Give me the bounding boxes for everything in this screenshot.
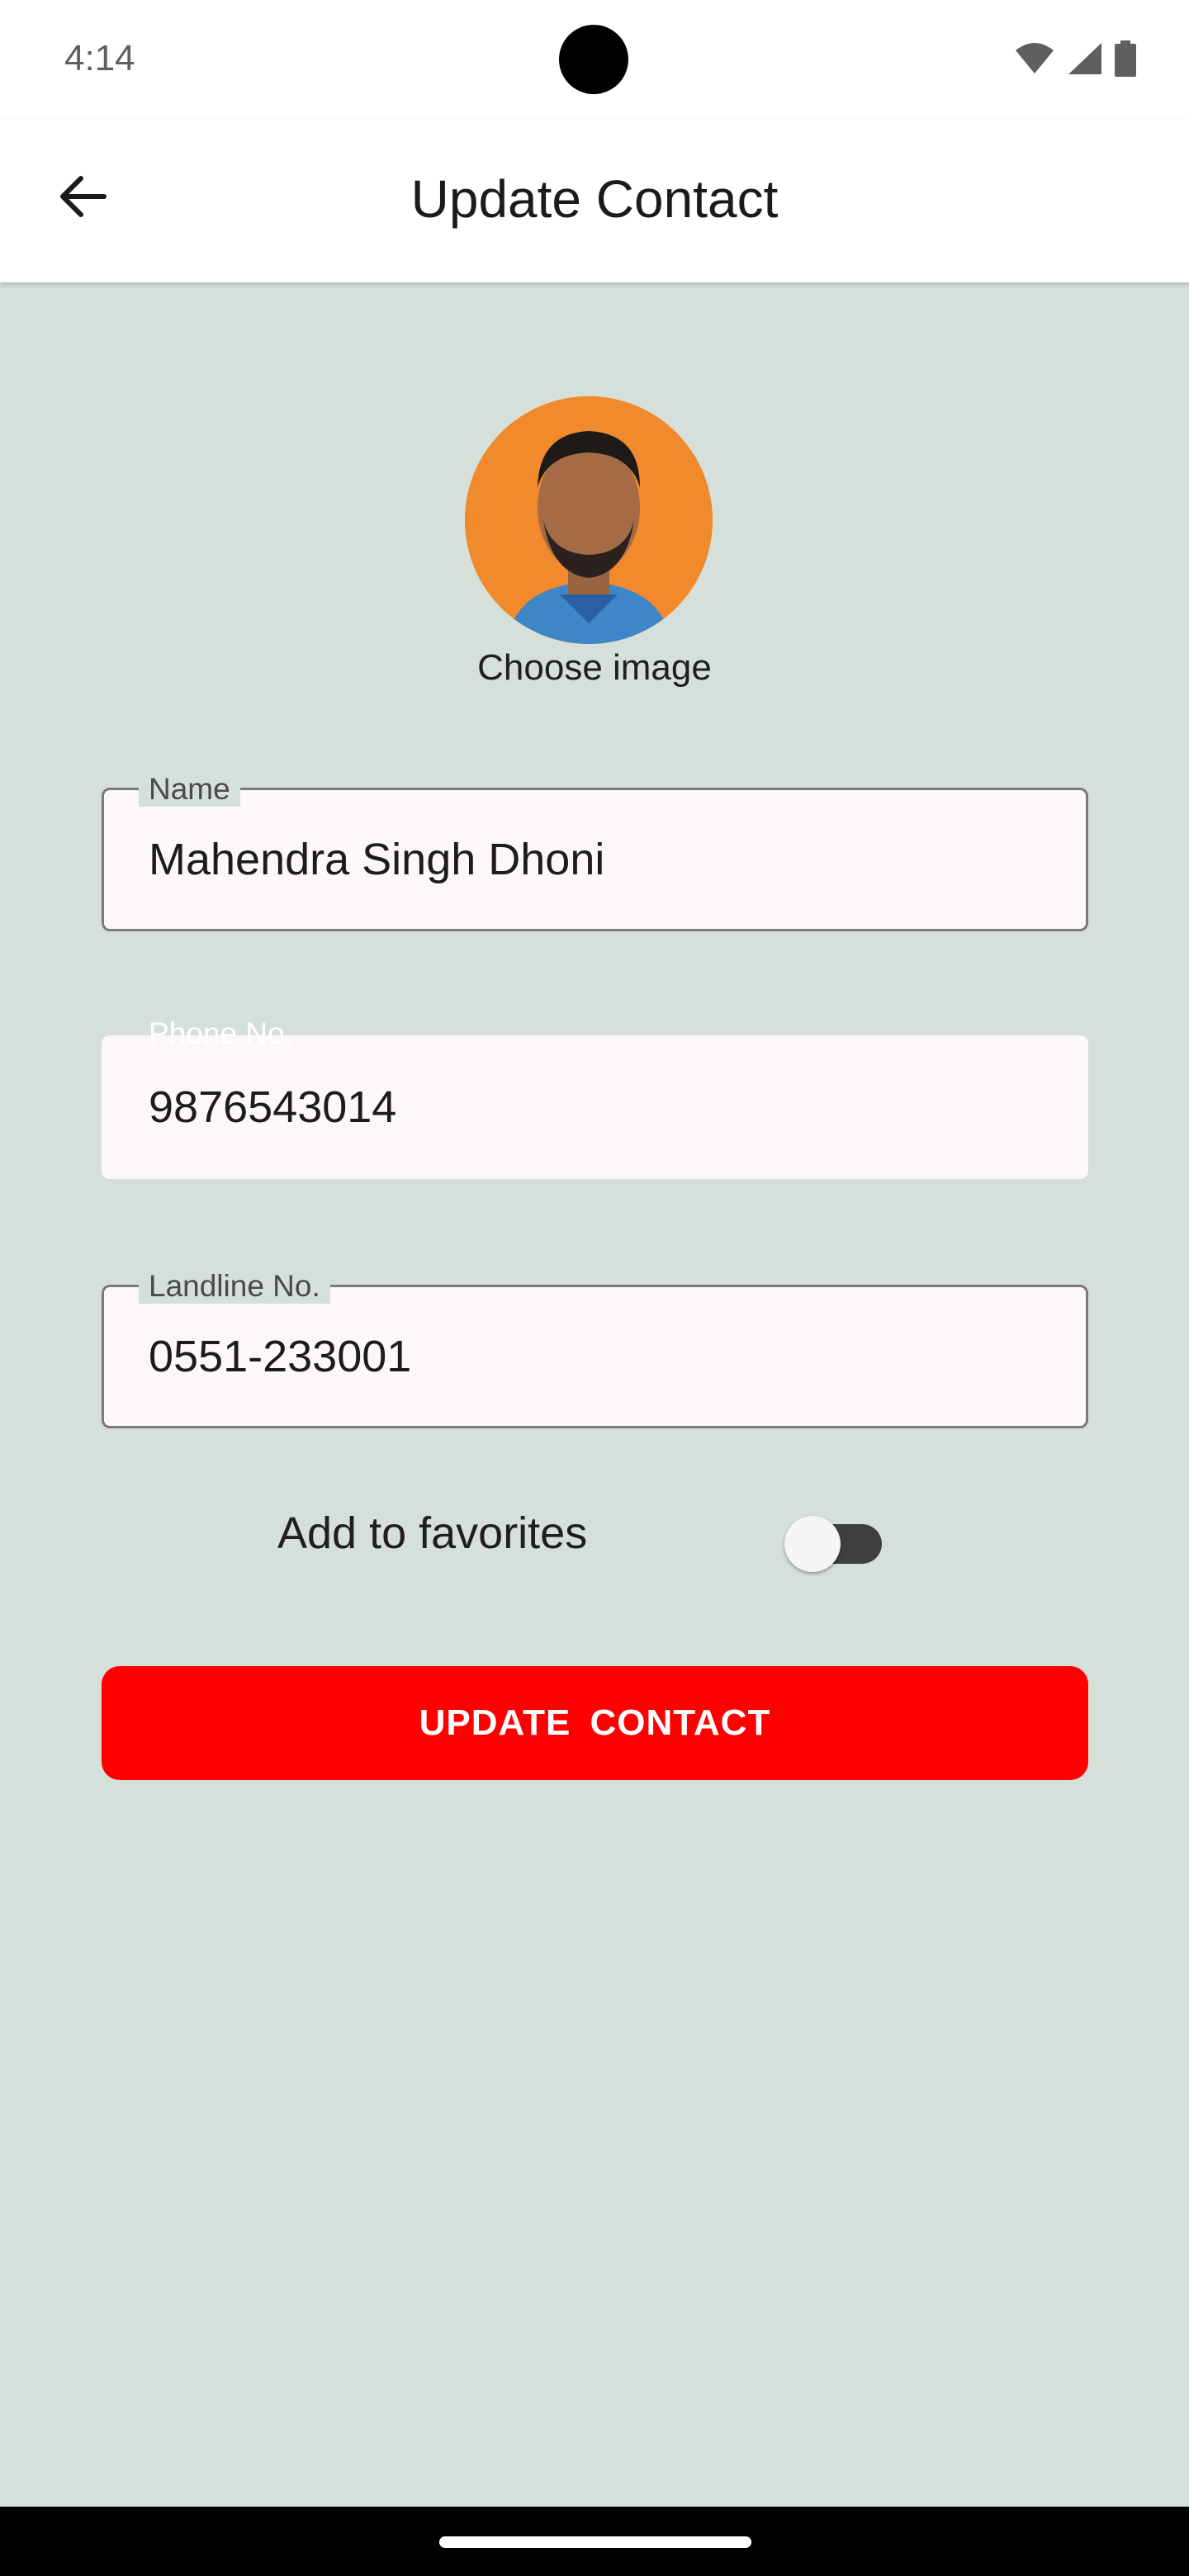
contact-avatar[interactable] bbox=[465, 396, 713, 644]
app-bar: Update Contact bbox=[0, 119, 1189, 282]
signal-icon bbox=[1067, 41, 1103, 80]
status-bar: 4:14 bbox=[0, 0, 1189, 119]
choose-image-label[interactable]: Choose image bbox=[0, 647, 1189, 689]
name-field: Name bbox=[102, 772, 1088, 931]
favorites-toggle[interactable] bbox=[784, 1514, 883, 1572]
system-nav-bar bbox=[0, 2507, 1189, 2576]
home-indicator[interactable] bbox=[439, 2536, 751, 2548]
favorites-label: Add to favorites bbox=[277, 1508, 588, 1558]
wifi-icon bbox=[1014, 42, 1055, 79]
phone-field: Phone No. bbox=[102, 1016, 1088, 1179]
toggle-thumb bbox=[784, 1516, 841, 1572]
landline-field: Landline No. bbox=[102, 1269, 1088, 1428]
phone-input[interactable] bbox=[149, 1038, 1061, 1177]
name-input[interactable] bbox=[149, 790, 1061, 929]
camera-cutout bbox=[559, 25, 628, 94]
battery-icon bbox=[1115, 40, 1136, 81]
status-time: 4:14 bbox=[64, 38, 135, 78]
page-title: Update Contact bbox=[410, 169, 779, 229]
landline-input[interactable] bbox=[149, 1287, 1061, 1426]
status-icons bbox=[1014, 40, 1136, 81]
update-contact-button[interactable]: UPDATE CONTACT bbox=[102, 1666, 1088, 1780]
